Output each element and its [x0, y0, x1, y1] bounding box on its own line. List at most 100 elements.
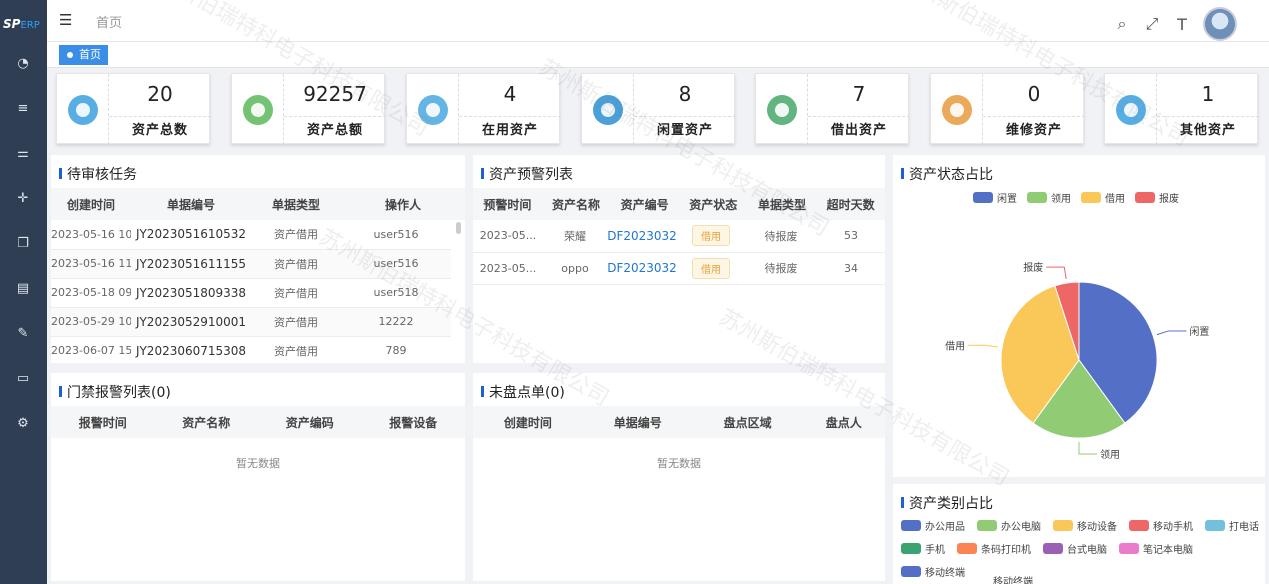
stat-value: 20: [147, 82, 173, 106]
stat-card[interactable]: 1 其他资产: [1104, 73, 1259, 145]
table-cell: DF2023032: [607, 220, 677, 253]
legend-swatch: [1081, 192, 1101, 203]
stat-card[interactable]: 4 在用资产: [406, 73, 561, 145]
legend-item[interactable]: 借用: [1081, 190, 1125, 205]
legend-swatch: [1205, 520, 1225, 531]
legend-label: 闲置: [997, 194, 1017, 205]
stat-icon-box: [931, 74, 983, 145]
legend-item[interactable]: 条码打印机: [957, 541, 1031, 556]
table-header: 预警时间 资产名称 资产编号 资产状态 单据类型 超时天数: [473, 188, 885, 220]
gauge-icon: [418, 95, 448, 125]
stat-value: 92257: [303, 82, 367, 106]
legend-item[interactable]: 移动终端: [901, 564, 965, 579]
table-cell: 53: [817, 220, 885, 253]
legend-label: 台式电脑: [1067, 545, 1107, 556]
legend-swatch: [1119, 543, 1139, 554]
asset-status-panel: 资产状态占比 闲置 领用 借用 报废 闲置 领用 借用 报废: [893, 155, 1265, 477]
stat-card[interactable]: 7 借出资产: [755, 73, 910, 145]
legend-item[interactable]: 办公用品: [901, 518, 965, 533]
column-header: 报警设备: [389, 415, 438, 430]
table-row[interactable]: 2023-05... 荣耀 DF2023032 借用 待报废 53: [473, 220, 885, 253]
stat-value: 4: [503, 82, 517, 106]
panel-title: 待审核任务: [59, 164, 137, 184]
asset-code-link[interactable]: DF2023032: [607, 261, 677, 275]
table-cell: 待报废: [745, 252, 817, 285]
table-row[interactable]: 2023-05-16 10:...JY2023051610532资产借用user…: [51, 220, 451, 250]
table-cell: DF2023032: [607, 252, 677, 285]
stat-card[interactable]: 92257 资产总额: [231, 73, 386, 145]
top-tools: ⌕ ⤢ T: [1113, 7, 1237, 41]
column-header: 资产编号: [620, 197, 669, 212]
app-logo[interactable]: SPERP: [3, 13, 45, 31]
stat-label: 在用资产: [459, 116, 561, 145]
legend-label: 办公电脑: [1001, 522, 1041, 533]
slice-label: 借用: [945, 340, 965, 352]
menu-toggle-icon[interactable]: ☰: [59, 11, 72, 29]
pie-chart-icon: [68, 95, 98, 125]
stat-card[interactable]: 20 资产总数: [56, 73, 211, 145]
scrollbar[interactable]: [456, 222, 461, 234]
avatar[interactable]: [1203, 7, 1237, 41]
label-leader-line: [1078, 442, 1097, 455]
table-row[interactable]: 2023-05-16 11:...JY2023051611155资产借用user…: [51, 249, 451, 279]
table-icon[interactable]: ▤: [14, 280, 32, 298]
table-row[interactable]: 2023-05-29 10:...JY2023052910001资产借用1222…: [51, 307, 451, 337]
logo-subtext: ERP: [20, 20, 40, 31]
label-leader-line: [968, 344, 999, 348]
table-cell: 2023-05...: [473, 252, 543, 285]
box-icon[interactable]: ❐: [14, 235, 32, 253]
table-cell: 资产借用: [251, 336, 341, 363]
font-size-icon[interactable]: T: [1173, 15, 1191, 34]
fullscreen-icon[interactable]: ⤢: [1143, 14, 1161, 34]
move-icon[interactable]: ✛: [14, 190, 32, 208]
column-header: 盘点人: [825, 415, 862, 430]
slice-label: 领用: [1100, 448, 1120, 461]
label-leader-line: [1156, 330, 1187, 336]
asset-code-link[interactable]: DF2023032: [607, 229, 677, 243]
empty-state: 暂无数据: [236, 457, 280, 470]
legend-item[interactable]: 手机: [901, 541, 945, 556]
monitor-icon[interactable]: ▭: [14, 370, 32, 388]
edit-icon[interactable]: ✎: [14, 325, 32, 343]
table-row[interactable]: 2023-05... oppo DF2023032 借用 待报废 34: [473, 252, 885, 285]
legend-item[interactable]: 打电话: [1205, 518, 1259, 533]
table-row[interactable]: 2023-05-18 09:...JY2023051809338资产借用user…: [51, 278, 451, 308]
table-row[interactable]: 2023-06-07 15:...JY2023060715308资产借用789: [51, 336, 451, 363]
legend-label: 条码打印机: [981, 545, 1031, 556]
legend-swatch: [977, 520, 997, 531]
column-header: 盘点区域: [723, 415, 772, 430]
legend-item[interactable]: 领用: [1027, 190, 1071, 205]
list-icon[interactable]: ≡: [14, 100, 32, 118]
stat-card[interactable]: 0 维修资产: [930, 73, 1085, 145]
table-cell: 2023-05-18 09:...: [51, 278, 131, 308]
panel-title: 未盘点单(0): [481, 382, 565, 402]
panel-title: 门禁报警列表(0): [59, 382, 171, 402]
legend-item[interactable]: 闲置: [973, 190, 1017, 205]
dashboard-icon[interactable]: ◔: [14, 55, 32, 73]
legend-item[interactable]: 笔记本电脑: [1119, 541, 1193, 556]
legend-item[interactable]: 报废: [1135, 190, 1179, 205]
tab-home[interactable]: 首页: [59, 45, 108, 65]
legend-swatch: [901, 520, 921, 531]
legend-item[interactable]: 移动手机: [1129, 518, 1193, 533]
chart-legend: 闲置 领用 借用 报废: [973, 190, 1179, 205]
warning-table-body: 2023-05... 荣耀 DF2023032 借用 待报废 53 2023-05... op…: [473, 220, 885, 285]
sidebar: SPERP ◔ ≡ ⚌ ✛ ❐ ▤ ✎ ▭ ⚙: [0, 0, 47, 584]
stat-card[interactable]: 8 闲置资产: [581, 73, 736, 145]
table-cell: user516: [341, 220, 451, 250]
empty-state: 暂无数据: [657, 457, 701, 470]
search-icon[interactable]: ⌕: [1113, 14, 1131, 34]
sliders-icon[interactable]: ⚌: [14, 145, 32, 163]
stat-label: 借出资产: [808, 116, 910, 145]
stat-icon-box: [57, 74, 109, 145]
legend-item[interactable]: 移动设备: [1053, 518, 1117, 533]
pending-tasks-panel: 待审核任务 创建时间 单据编号 单据类型 操作人 2023-05-16 10:.…: [51, 155, 465, 363]
legend-item[interactable]: 办公电脑: [977, 518, 1041, 533]
table-header: 创建时间 单据编号 单据类型 操作人: [51, 188, 465, 220]
column-header: 操作人: [384, 197, 421, 212]
asset-warning-panel: 资产预警列表 预警时间 资产名称 资产编号 资产状态 单据类型 超时天数 202…: [473, 155, 885, 363]
gear-icon[interactable]: ⚙: [14, 415, 32, 433]
legend-item[interactable]: 台式电脑: [1043, 541, 1107, 556]
top-bar: ☰ 首页 ⌕ ⤢ T: [47, 0, 1269, 42]
logo-text: SP: [3, 17, 21, 31]
